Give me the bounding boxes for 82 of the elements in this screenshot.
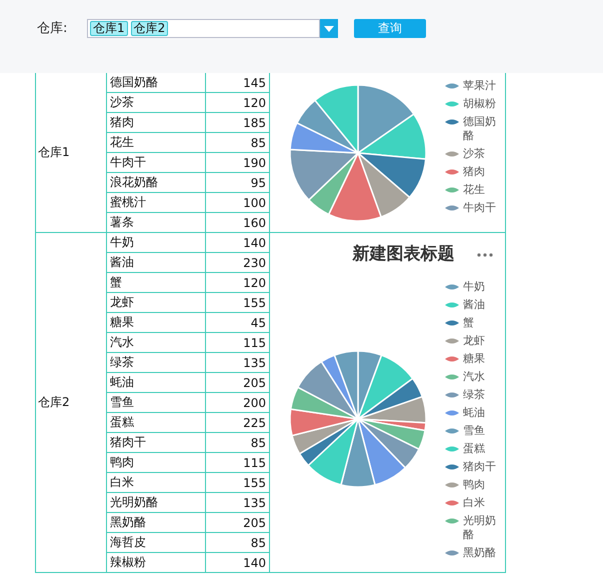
product-cell: 龙虾 — [107, 293, 206, 313]
quantity-cell: 155 — [206, 473, 270, 493]
quantity-cell: 200 — [206, 393, 270, 413]
quantity-cell: 145 — [206, 73, 270, 93]
warehouse-cell: 仓库1 — [36, 73, 107, 233]
quantity-cell: 115 — [206, 333, 270, 353]
quantity-cell: 190 — [206, 153, 270, 173]
legend-item[interactable]: 白米 — [445, 496, 505, 510]
product-cell: 酱油 — [107, 253, 206, 273]
quantity-cell: 225 — [206, 413, 270, 433]
quantity-cell: 140 — [206, 233, 270, 253]
product-cell: 蟹 — [107, 273, 206, 293]
product-cell: 沙茶 — [107, 93, 206, 113]
quantity-cell: 160 — [206, 213, 270, 233]
product-cell: 蛋糕 — [107, 413, 206, 433]
legend-item[interactable]: 雪鱼 — [445, 424, 505, 438]
legend-item[interactable]: 龙虾 — [445, 334, 505, 348]
legend-item[interactable]: 绿茶 — [445, 388, 505, 402]
quantity-cell: 85 — [206, 533, 270, 553]
quantity-cell: 115 — [206, 453, 270, 473]
caret-icon — [324, 26, 334, 32]
chart-title: 新建图表标题 — [352, 243, 454, 265]
legend-item[interactable]: 猪肉 — [445, 165, 505, 179]
quantity-cell: 85 — [206, 433, 270, 453]
product-cell: 牛肉干 — [107, 153, 206, 173]
product-cell: 浪花奶酪 — [107, 173, 206, 193]
quantity-cell: 85 — [206, 133, 270, 153]
product-cell: 猪肉 — [107, 113, 206, 133]
legend-item[interactable]: 糖果 — [445, 352, 505, 366]
quantity-cell: 135 — [206, 493, 270, 513]
legend-item[interactable]: 光明奶酪 — [445, 514, 505, 542]
product-cell: 黑奶酪 — [107, 513, 206, 533]
product-cell: 花生 — [107, 133, 206, 153]
quantity-cell: 95 — [206, 173, 270, 193]
product-cell: 绿茶 — [107, 353, 206, 373]
product-cell: 蚝油 — [107, 373, 206, 393]
product-cell: 薯条 — [107, 213, 206, 233]
quantity-cell: 140 — [206, 553, 270, 573]
selected-tag[interactable]: 仓库2 — [130, 21, 168, 36]
warehouse-select[interactable]: 仓库1 仓库2 — [87, 19, 320, 38]
product-cell: 雪鱼 — [107, 393, 206, 413]
legend-item[interactable]: 酱油 — [445, 298, 505, 312]
warehouse-cell: 仓库2 — [36, 233, 107, 573]
quantity-cell: 155 — [206, 293, 270, 313]
legend-item[interactable]: 蟹 — [445, 316, 505, 330]
product-cell: 牛奶 — [107, 233, 206, 253]
product-cell: 白米 — [107, 473, 206, 493]
product-cell: 汽水 — [107, 333, 206, 353]
product-cell: 德国奶酪 — [107, 73, 206, 93]
legend-item[interactable]: 蛋糕 — [445, 442, 505, 456]
legend-item[interactable]: 沙茶 — [445, 147, 505, 161]
legend-item[interactable]: 黑奶酪 — [445, 546, 505, 560]
selected-tag[interactable]: 仓库1 — [90, 21, 128, 36]
product-cell: 鸭肉 — [107, 453, 206, 473]
legend-item[interactable]: 汽水 — [445, 370, 505, 384]
legend-item[interactable]: 苹果汁 — [445, 79, 505, 93]
quantity-cell: 120 — [206, 93, 270, 113]
legend-item[interactable]: 花生 — [445, 183, 505, 197]
quantity-cell: 135 — [206, 353, 270, 373]
product-cell: 海哲皮 — [107, 533, 206, 553]
warehouse-label: 仓库: — [37, 20, 68, 38]
product-cell: 糖果 — [107, 313, 206, 333]
legend-item[interactable]: 牛肉干 — [445, 201, 505, 215]
quantity-cell: 100 — [206, 193, 270, 213]
legend-item[interactable]: 德国奶酪 — [445, 115, 505, 143]
legend-item[interactable]: 鸭肉 — [445, 478, 505, 492]
product-cell: 辣椒粉 — [107, 553, 206, 573]
legend-item[interactable]: 蚝油 — [445, 406, 505, 420]
quantity-cell: 45 — [206, 313, 270, 333]
quantity-cell: 120 — [206, 273, 270, 293]
quantity-cell: 205 — [206, 513, 270, 533]
product-cell: 蜜桃汁 — [107, 193, 206, 213]
product-cell: 光明奶酪 — [107, 493, 206, 513]
legend-item[interactable]: 猪肉干 — [445, 460, 505, 474]
dropdown-button[interactable] — [320, 19, 338, 38]
quantity-cell: 185 — [206, 113, 270, 133]
legend-item[interactable]: 胡椒粉 — [445, 97, 505, 111]
product-cell: 猪肉干 — [107, 433, 206, 453]
legend-item[interactable]: 牛奶 — [445, 280, 505, 294]
more-icon[interactable] — [477, 253, 493, 257]
quantity-cell: 230 — [206, 253, 270, 273]
quantity-cell: 205 — [206, 373, 270, 393]
